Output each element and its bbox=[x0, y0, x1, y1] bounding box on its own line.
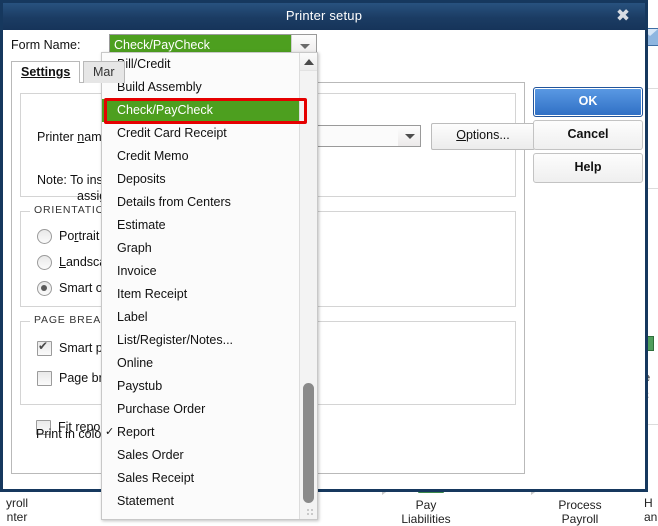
dropdown-item[interactable]: Deposits bbox=[102, 168, 300, 191]
dropdown-item-label: Statement bbox=[117, 494, 174, 508]
dropdown-item[interactable]: Bill/Credit bbox=[102, 53, 300, 76]
dropdown-item[interactable]: Online bbox=[102, 352, 300, 375]
close-icon[interactable]: ✖ bbox=[613, 6, 633, 26]
dropdown-scrollbar[interactable] bbox=[299, 53, 317, 519]
dropdown-item-label: List/Register/Notes... bbox=[117, 333, 234, 347]
dropdown-item[interactable]: Paystub bbox=[102, 375, 300, 398]
help-button[interactable]: Help bbox=[533, 153, 643, 183]
dialog-titlebar: Printer setup ✖ bbox=[3, 3, 645, 30]
ok-button[interactable]: OK bbox=[533, 87, 643, 117]
dropdown-item-label: Paystub bbox=[117, 379, 163, 393]
dropdown-item-label: Label bbox=[117, 310, 148, 324]
dropdown-item-label: Credit Card Receipt bbox=[117, 126, 227, 140]
dropdown-item[interactable]: Statement bbox=[102, 490, 300, 513]
dropdown-item-label: Details from Centers bbox=[117, 195, 231, 209]
dropdown-item-label: Check/PayCheck bbox=[117, 103, 213, 117]
flow-label-line1: H bbox=[644, 496, 653, 510]
dropdown-item[interactable]: Item Receipt bbox=[102, 283, 300, 306]
dropdown-item-label: Deposits bbox=[117, 172, 166, 186]
tab-settings[interactable]: Settings bbox=[11, 61, 81, 83]
form-name-label: Form Name: bbox=[11, 38, 81, 52]
dropdown-item-label: Credit Memo bbox=[117, 149, 189, 163]
flow-item-partial-right[interactable]: H an bbox=[644, 496, 658, 524]
chevron-down-icon[interactable] bbox=[398, 126, 420, 146]
flow-label-line2: Liabilities bbox=[401, 512, 451, 526]
tab-margins[interactable]: Mar bbox=[83, 61, 125, 83]
resize-grip[interactable] bbox=[306, 508, 315, 517]
scrollbar-thumb[interactable] bbox=[303, 383, 314, 503]
dropdown-item-label: Sales Order bbox=[117, 448, 184, 462]
triangle-up-icon[interactable] bbox=[300, 53, 317, 71]
dropdown-item[interactable]: Sales Receipt bbox=[102, 467, 300, 490]
dropdown-items[interactable]: Bill/Credit Build Assembly Check/PayCheck C… bbox=[102, 53, 300, 519]
dropdown-item[interactable]: List/Register/Notes... bbox=[102, 329, 300, 352]
dropdown-item[interactable]: Sales Order bbox=[102, 444, 300, 467]
tab-settings-label: Settings bbox=[21, 65, 71, 79]
dropdown-item[interactable]: Label bbox=[102, 306, 300, 329]
dropdown-item-label: Bill/Credit bbox=[117, 57, 171, 71]
radio-portrait[interactable]: Portrait bbox=[37, 228, 99, 244]
dropdown-item[interactable]: ✓ Report bbox=[102, 421, 300, 444]
dropdown-item-label: Report bbox=[117, 425, 155, 439]
form-name-dropdown-list[interactable]: Bill/Credit Build Assembly Check/PayCheck C… bbox=[101, 52, 318, 520]
check-icon: ✓ bbox=[105, 426, 115, 438]
flow-label-line2: Payroll bbox=[561, 512, 599, 526]
cancel-button[interactable]: Cancel bbox=[533, 120, 643, 150]
dropdown-item[interactable]: Details from Centers bbox=[102, 191, 300, 214]
dropdown-item-label: Build Assembly bbox=[117, 80, 202, 94]
dropdown-item[interactable]: Purchase Order bbox=[102, 398, 300, 421]
dropdown-item[interactable]: Build Assembly bbox=[102, 76, 300, 99]
page-title: Printer setup bbox=[285, 8, 363, 23]
dropdown-item[interactable]: Credit Card Receipt bbox=[102, 122, 300, 145]
dropdown-item[interactable]: Credit Memo bbox=[102, 145, 300, 168]
dropdown-item[interactable]: Invoice bbox=[102, 260, 300, 283]
dropdown-item-label: Sales Receipt bbox=[117, 471, 195, 485]
flow-label-line1: Pay bbox=[415, 498, 437, 512]
dropdown-item-label: Item Receipt bbox=[117, 287, 188, 301]
dropdown-item[interactable]: Estimate bbox=[102, 214, 300, 237]
dropdown-item-label: Graph bbox=[117, 241, 152, 255]
dropdown-item-label: Purchase Order bbox=[117, 402, 206, 416]
printer-setup-dialog: Printer setup ✖ Form Name: Check/PayChec… bbox=[0, 0, 648, 492]
dropdown-item-label: Online bbox=[117, 356, 154, 370]
dropdown-item[interactable]: Graph bbox=[102, 237, 300, 260]
flow-label-line1: Process bbox=[558, 498, 602, 512]
options-button[interactable]: Options... bbox=[431, 123, 535, 150]
flow-label-line1: yroll bbox=[5, 496, 28, 510]
dropdown-item-label: Estimate bbox=[117, 218, 166, 232]
dropdown-item[interactable]: Check/PayCheck bbox=[102, 99, 300, 122]
dropdown-item-label: Invoice bbox=[117, 264, 157, 278]
